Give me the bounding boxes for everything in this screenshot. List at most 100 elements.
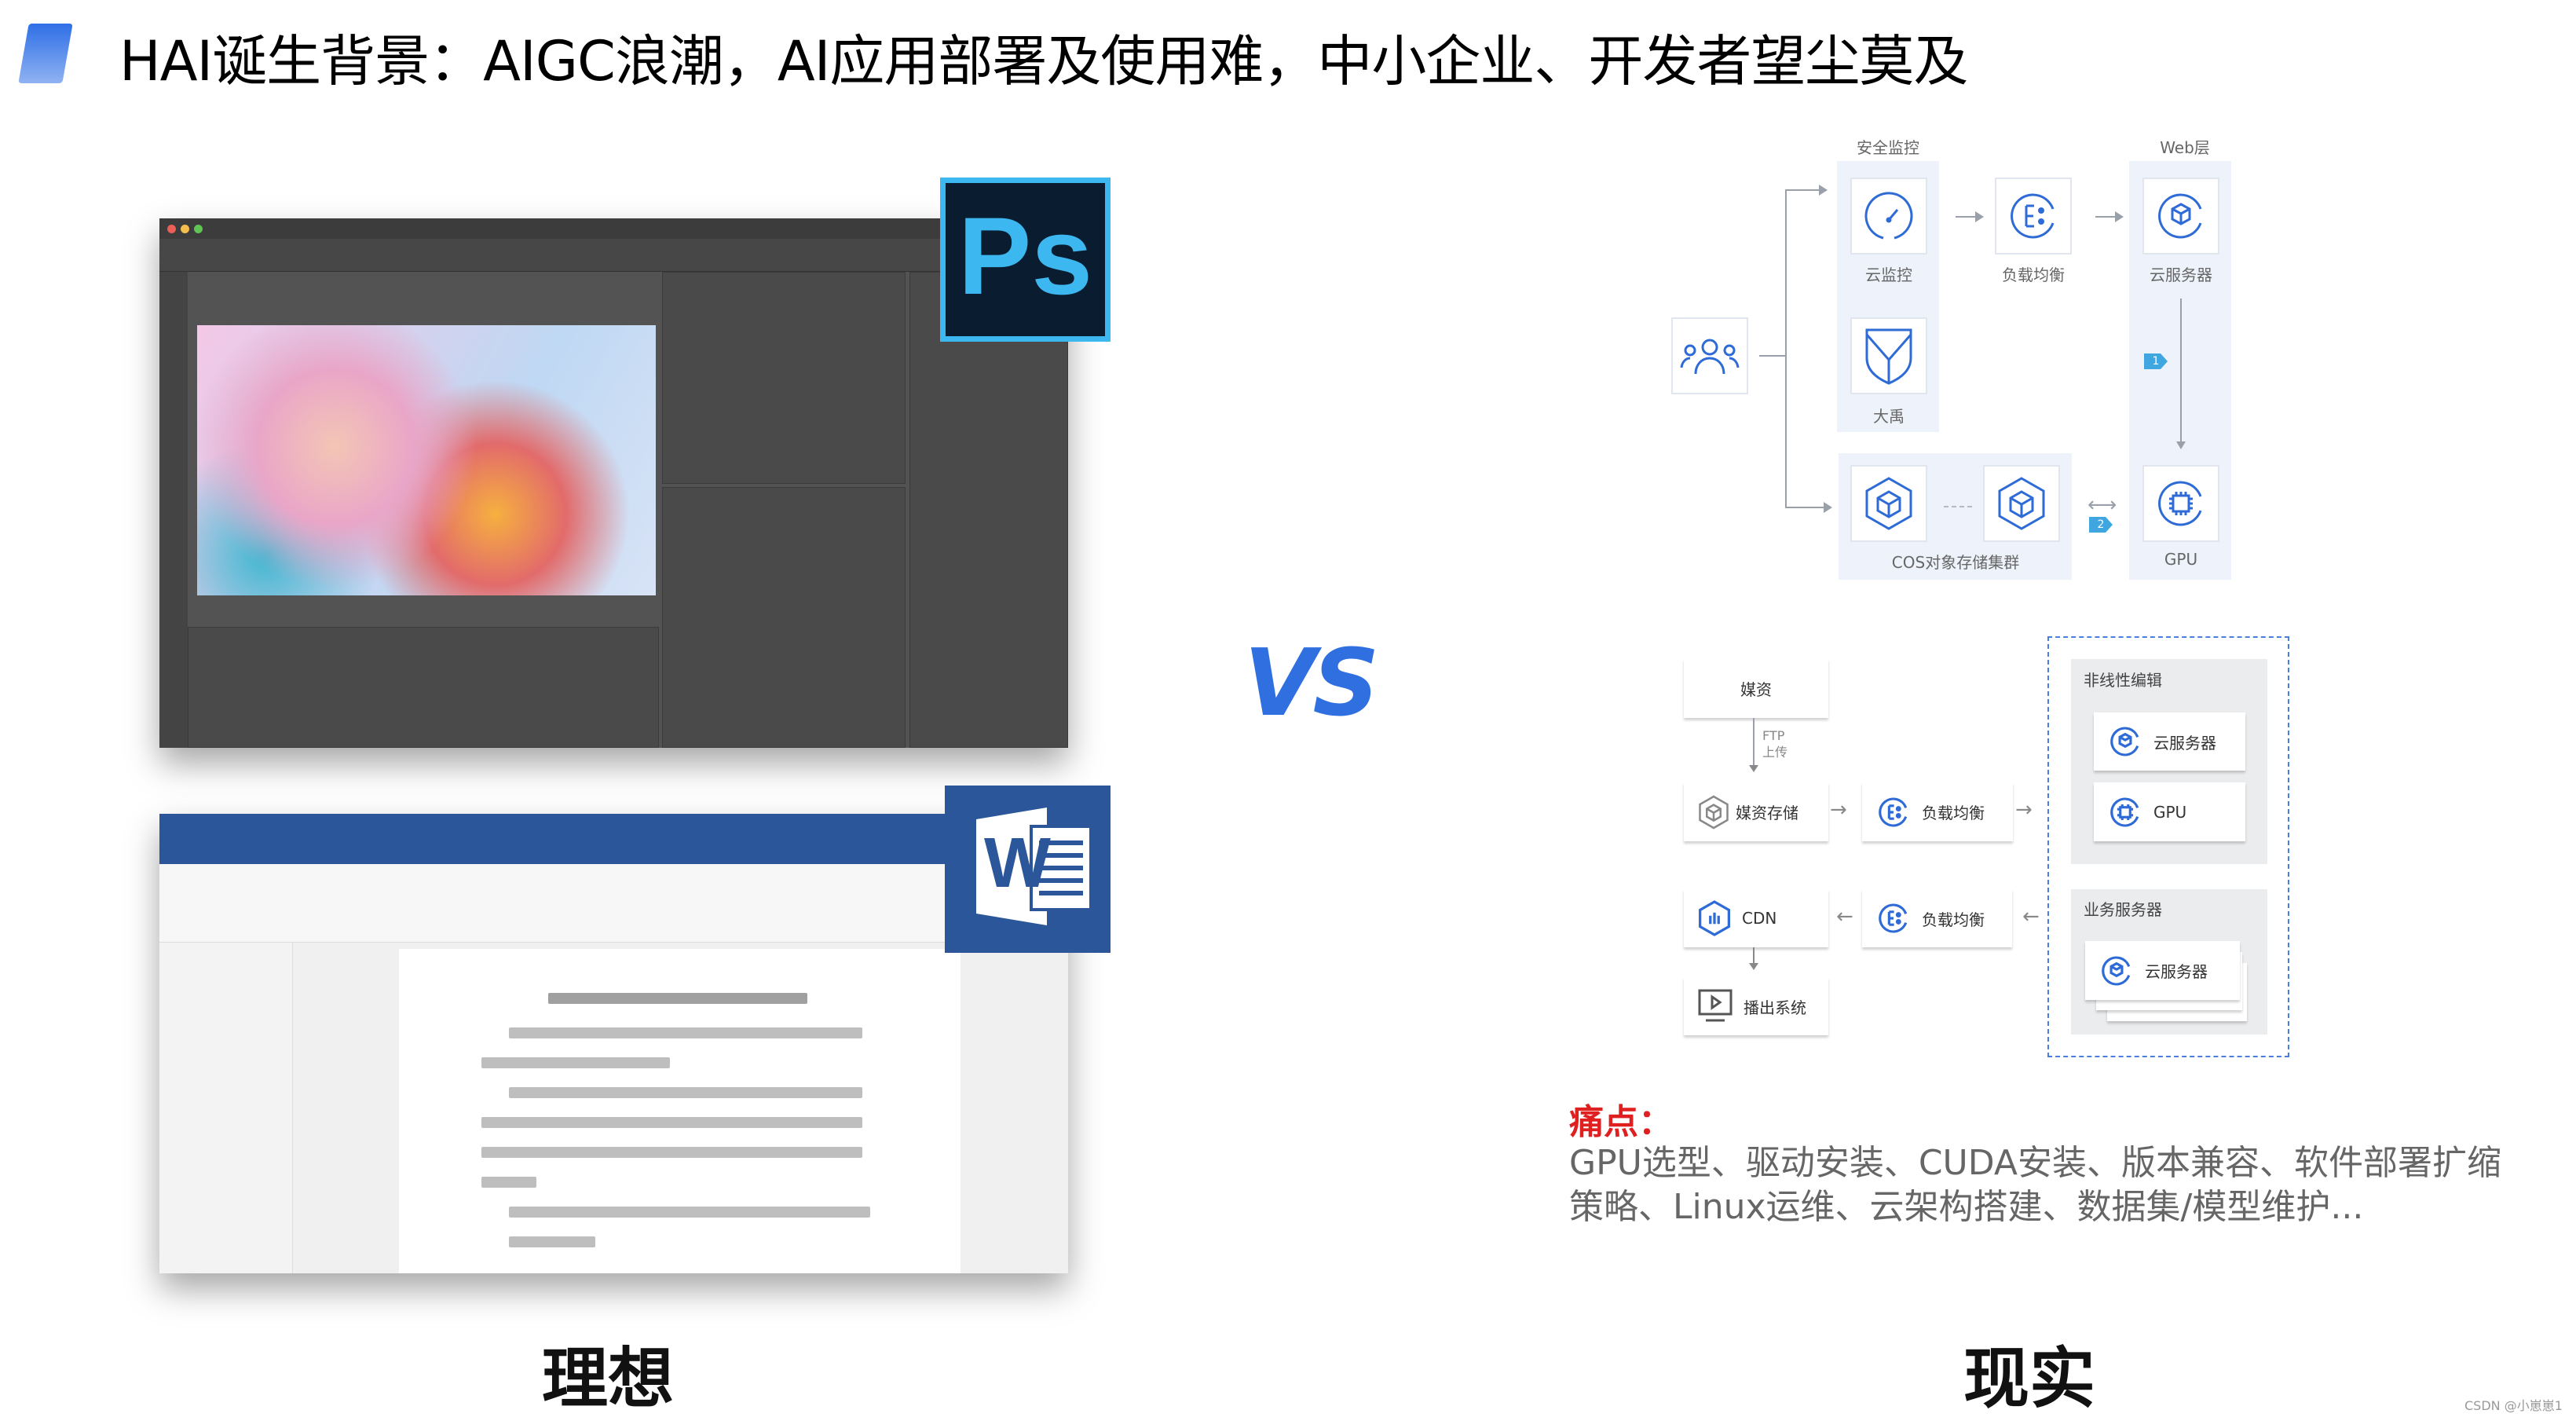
watermark: CSDN @小崽崽1 (2464, 1398, 2563, 1413)
cloud-server-node (2142, 178, 2219, 255)
load-balancer-icon (1879, 903, 1908, 933)
cloud-server-label: 云服务器 (2153, 733, 2216, 753)
upload-text: 上传 (1762, 745, 1788, 760)
load-balancer-label: 负载均衡 (2002, 266, 2065, 284)
word-ribbon-tabs (159, 841, 1068, 864)
step-badge-2: 2 (2089, 517, 2113, 533)
ftp-text: FTP (1762, 728, 1785, 743)
connector (1956, 216, 1976, 218)
storage-cube-icon (1998, 477, 2045, 530)
pain-points-line-2: 策略、Linux运维、云架构搭建、数据集/模型维护... (1569, 1187, 2364, 1227)
title-accent-bar (18, 24, 73, 83)
arrow-right-icon: → (2015, 798, 2033, 822)
gauge-icon (1864, 192, 1913, 240)
connector (1785, 189, 1787, 507)
load-balancer-node (1995, 178, 2072, 255)
cluster-ellipsis (1944, 506, 1972, 507)
ps-timeline-panel (188, 627, 659, 748)
cloud-server-label: 云服务器 (2145, 962, 2208, 981)
monitor-play-icon (1698, 989, 1733, 1022)
arrow-right-icon (1975, 211, 1984, 222)
connector (1753, 718, 1755, 767)
word-logo: W (945, 786, 1111, 953)
storage-cube-icon (1699, 795, 1729, 829)
arrow-right-icon (1824, 502, 1832, 513)
word-logo-letter: W (984, 824, 1051, 903)
users-node (1671, 317, 1748, 394)
media-label: 媒资 (1740, 680, 1772, 699)
shield-icon (1865, 328, 1912, 385)
vs-label: VS (1244, 628, 1379, 737)
group-label-web: Web层 (2160, 138, 2210, 157)
storage-cube-icon (1865, 477, 1912, 530)
cos-node-1 (1850, 465, 1927, 542)
reality-caption: 现实 (1963, 1339, 2096, 1417)
bidirectional-arrow-icon: ⟷ (2088, 493, 2117, 517)
load-balancer-node-2: 负载均衡 (1862, 889, 2012, 947)
arrow-left-icon: ← (1836, 905, 1853, 928)
cdn-label: CDN (1742, 909, 1777, 928)
cloud-server-icon (2158, 193, 2202, 239)
cos-node-2 (1983, 465, 2060, 542)
cloud-server-label: 云服务器 (2150, 266, 2212, 284)
load-balancer-label: 负载均衡 (1922, 910, 1985, 929)
playout-node: 播出系统 (1684, 977, 1828, 1035)
arrow-right-icon (1819, 185, 1828, 196)
arrow-down-icon (1749, 765, 1758, 772)
users-icon (1680, 339, 1740, 375)
connector (2095, 216, 2116, 218)
cloud-monitor-node (1850, 178, 1927, 255)
nonlinear-edit-label: 非线性编辑 (2084, 671, 2162, 690)
arrow-down-icon (1749, 963, 1758, 970)
arrow-right-icon: → (1830, 798, 1847, 822)
group-label-security: 安全监控 (1857, 138, 1919, 157)
arrow-right-icon (2115, 211, 2124, 222)
page-title: HAI诞生背景：AIGC浪潮，AI应用部署及使用难，中小企业、开发者望尘莫及 (119, 29, 1968, 93)
load-balancer-icon (1879, 797, 1908, 827)
gpu-label: GPU (2164, 550, 2198, 569)
load-balancer-label: 负载均衡 (1922, 804, 1985, 822)
ideal-caption: 理想 (542, 1339, 675, 1417)
connector (1759, 355, 1786, 357)
word-ribbon (159, 864, 1068, 943)
load-balancer-icon (2011, 193, 2055, 239)
connector (1785, 189, 1820, 191)
ps-options-bar (159, 239, 1068, 272)
playout-label: 播出系统 (1744, 998, 1806, 1017)
media-storage-node: 媒资存储 (1684, 782, 1828, 841)
cloud-monitor-label: 云监控 (1865, 266, 1912, 284)
ps-properties-panel (662, 487, 906, 748)
word-screenshot (159, 814, 1068, 1273)
dayu-node (1850, 317, 1927, 394)
word-navigation-pane (159, 943, 293, 1273)
gpu-chip-icon (2110, 797, 2139, 827)
business-cloud-server-node: 云服务器 (2085, 941, 2240, 1000)
connector (1785, 507, 1824, 508)
connector (2180, 298, 2182, 443)
media-node: 媒资 (1684, 659, 1828, 718)
pain-points-line-1: GPU选型、驱动安装、CUDA安装、版本兼容、软件部署扩缩 (1569, 1143, 2501, 1183)
word-titlebar (159, 814, 1068, 841)
arrow-left-icon: ← (2022, 905, 2040, 928)
nonlinear-gpu-node: GPU (2094, 782, 2245, 841)
ps-titlebar (159, 218, 1068, 239)
ps-right-panel (909, 272, 1068, 748)
gpu-chip-icon (2158, 481, 2202, 526)
photoshop-logo: Ps (940, 178, 1111, 342)
cos-cluster-label: COS对象存储集群 (1891, 553, 2020, 572)
photoshop-screenshot (159, 218, 1068, 748)
arrow-down-icon (2176, 441, 2186, 449)
ps-toolbox (159, 272, 188, 748)
word-document-page (399, 949, 961, 1273)
ps-canvas-image (197, 325, 656, 595)
cdn-icon (1698, 900, 1731, 936)
cloud-server-icon (2110, 727, 2139, 756)
load-balancer-node-1: 负载均衡 (1862, 782, 2013, 841)
media-storage-label: 媒资存储 (1736, 804, 1798, 822)
gpu-label: GPU (2153, 802, 2187, 822)
nonlinear-cloud-server-node: 云服务器 (2094, 712, 2245, 771)
ftp-upload-label: FTP 上传 (1762, 727, 1787, 760)
gpu-node (2142, 465, 2219, 542)
connector (1753, 947, 1755, 965)
dayu-label: 大禹 (1873, 407, 1905, 426)
